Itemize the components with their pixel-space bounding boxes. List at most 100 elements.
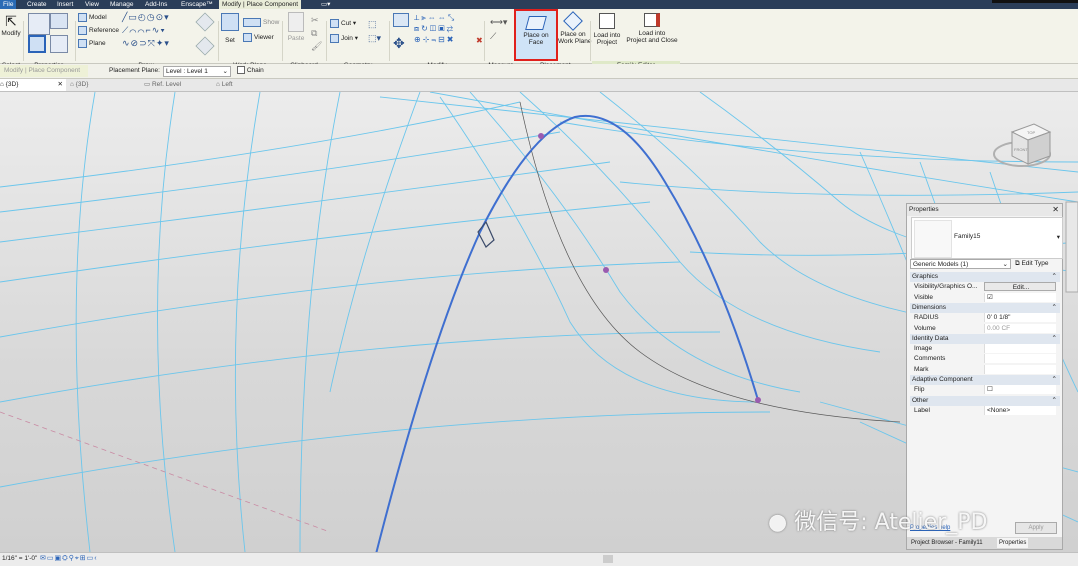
chain-checkbox[interactable]: Chain [237,66,264,76]
adaptive-point[interactable] [603,267,609,273]
view-cube[interactable]: TOP FRONT [993,123,1052,167]
properties-palette-icon[interactable] [28,35,46,53]
show-workplane-button[interactable]: Show [243,18,279,27]
tab-insert[interactable]: Insert [54,0,76,9]
reference-line-button[interactable]: Reference [78,26,119,35]
adaptive-arc-curve[interactable] [375,114,759,555]
load-into-project-and-close-button[interactable]: Load into Project and Close [624,11,680,44]
property-name: Visibility/Graphics O... [914,283,978,291]
instance-filter-select[interactable]: Generic Models (1) ⌄ [910,259,1011,269]
align-icon[interactable] [393,13,409,27]
modify-button[interactable]: ⇱ Modify [0,12,22,37]
draw-shapes-row-2[interactable]: ⟋⌒⌒⌐∿▾ [122,25,166,36]
view-control-icons[interactable]: ✉▭▣⛭⚲⌖⊞▭‹ [40,554,98,563]
divider [590,21,591,61]
family-types-icon[interactable] [50,13,68,29]
view-3d-icon: ⌂ [70,81,74,88]
draw-on-face-icon[interactable] [195,12,215,32]
properties-tab[interactable]: Properties [997,538,1029,548]
collapse-icon[interactable]: ⌃ [1052,334,1057,344]
cut-button[interactable]: Cut ▾ [330,19,356,28]
view-tab-3d[interactable]: ⌂ {3D} [70,79,88,91]
view-tab-3d-active[interactable]: ⌂ {3D} ✕ [0,79,66,91]
divider [326,21,327,61]
placement-plane-select[interactable]: Level : Level 1 ⌄ [163,66,231,77]
property-category[interactable]: Identity Data ⌃ [910,333,1060,344]
mesh-line [157,91,176,553]
horizontal-scrollbar-thumb[interactable] [603,555,613,563]
property-value[interactable]: 0' 0 1/8" [984,313,1056,323]
place-on-work-plane-button[interactable]: Place on Work Plane [558,11,591,45]
tab-overflow-icon[interactable]: ▭▾ [318,0,333,9]
palette-tab-bar: Project Browser - Family11 Properties [907,537,1062,549]
property-value[interactable]: 0.00 CF [984,323,1056,333]
join-label: Join [341,35,353,43]
modify-tool-icons[interactable]: ⟂⫸⇔⇔⤡ ⧈↻◫▣⇄ ⊕⊹⫬⊟✖ [414,12,456,45]
mesh-line [0,331,721,403]
join-button[interactable]: Join ▾ [330,34,358,43]
family-category-icon[interactable] [50,35,68,53]
load-into-project-button[interactable]: Load into Project [592,11,622,46]
view-tab-ref-level[interactable]: ▭ Ref. Level [144,79,181,91]
curve-direction-marker[interactable] [477,220,495,248]
project-browser-tab[interactable]: Project Browser - Family11 [909,538,985,548]
place-on-face-label-2: Face [528,39,544,46]
property-value[interactable] [984,354,1056,364]
set-workplane-button[interactable]: Set [220,12,240,44]
property-value[interactable]: ☐ [984,385,1056,395]
tab-modify-place-component[interactable]: Modify | Place Component [219,0,302,9]
property-value[interactable]: ☑ [984,292,1056,302]
property-value[interactable]: <None> [984,405,1056,415]
watermark-text: 微信号: Atelier_PD [794,510,988,535]
property-value[interactable]: Edit... [984,282,1056,292]
place-on-face-button[interactable]: Place on Face [514,9,558,61]
close-icon[interactable]: ✕ [58,79,63,91]
property-category[interactable]: Other ⌃ [910,395,1060,406]
paste-button[interactable]: Paste [285,12,307,42]
tab-view[interactable]: View [82,0,102,9]
mesh-line [619,181,1078,196]
adaptive-point[interactable] [538,133,544,139]
reference-plane-button[interactable]: Plane [78,39,106,48]
collapse-icon[interactable]: ⌃ [1052,303,1057,313]
tab-file[interactable]: File [0,0,17,9]
view-tab-left[interactable]: ⌂ Left [216,79,233,91]
chevron-down-icon: ⌄ [1002,261,1008,268]
edit-type-button[interactable]: ⧉ Edit Type [1015,259,1048,269]
tab-manage[interactable]: Manage [107,0,137,9]
delete-icon[interactable]: ✖ [476,36,483,45]
draw-on-workplane-icon[interactable] [195,36,215,56]
tab-add-ins[interactable]: Add-Ins [142,0,170,9]
tab-enscape[interactable]: Enscape™ [178,0,216,9]
divider [389,21,390,61]
view-scale[interactable]: 1/16" = 1'-0" [2,555,37,562]
property-category[interactable]: Graphics ⌃ [910,272,1060,282]
property-value[interactable] [984,344,1056,354]
type-properties-icon[interactable] [28,13,50,35]
collapse-icon[interactable]: ⌃ [1052,272,1057,282]
draw-shapes-row-3[interactable]: ∿⊘⊃⤧✦▾ [122,38,170,49]
move-icon[interactable]: ✥ [393,35,405,52]
viewer-button[interactable]: Viewer [243,33,274,42]
collapse-icon[interactable]: ⌃ [1052,396,1057,406]
model-line-button[interactable]: Model [78,13,107,22]
geometry-small-icons[interactable]: ⬚ ⬚▾ [368,17,381,45]
type-selector[interactable]: Family15 ▾ [911,217,1063,259]
show-icon [243,18,261,27]
draw-shapes-row-1[interactable]: ╱▭◴◷⊙▾ [122,12,170,23]
property-category[interactable]: Adaptive Component ⌃ [910,375,1060,385]
property-value[interactable] [984,364,1056,374]
collapse-icon[interactable]: ⌃ [1052,375,1057,385]
adaptive-point[interactable] [755,397,761,403]
property-category[interactable]: Dimensions ⌃ [910,302,1060,313]
tab-create[interactable]: Create [24,0,50,9]
apply-button[interactable]: Apply [1015,522,1057,534]
clipboard-small-icons[interactable]: ✂ ⧉ 🖌 [311,14,322,53]
navigation-bar[interactable] [1065,201,1078,293]
mesh-line [559,121,1078,163]
divider [218,21,219,61]
close-icon[interactable]: ✕ [1052,204,1059,216]
family-preview-image [914,220,952,258]
measure-icons[interactable]: ⟷▾ ⟋ [490,15,507,43]
context-label: Modify | Place Component [0,65,88,77]
